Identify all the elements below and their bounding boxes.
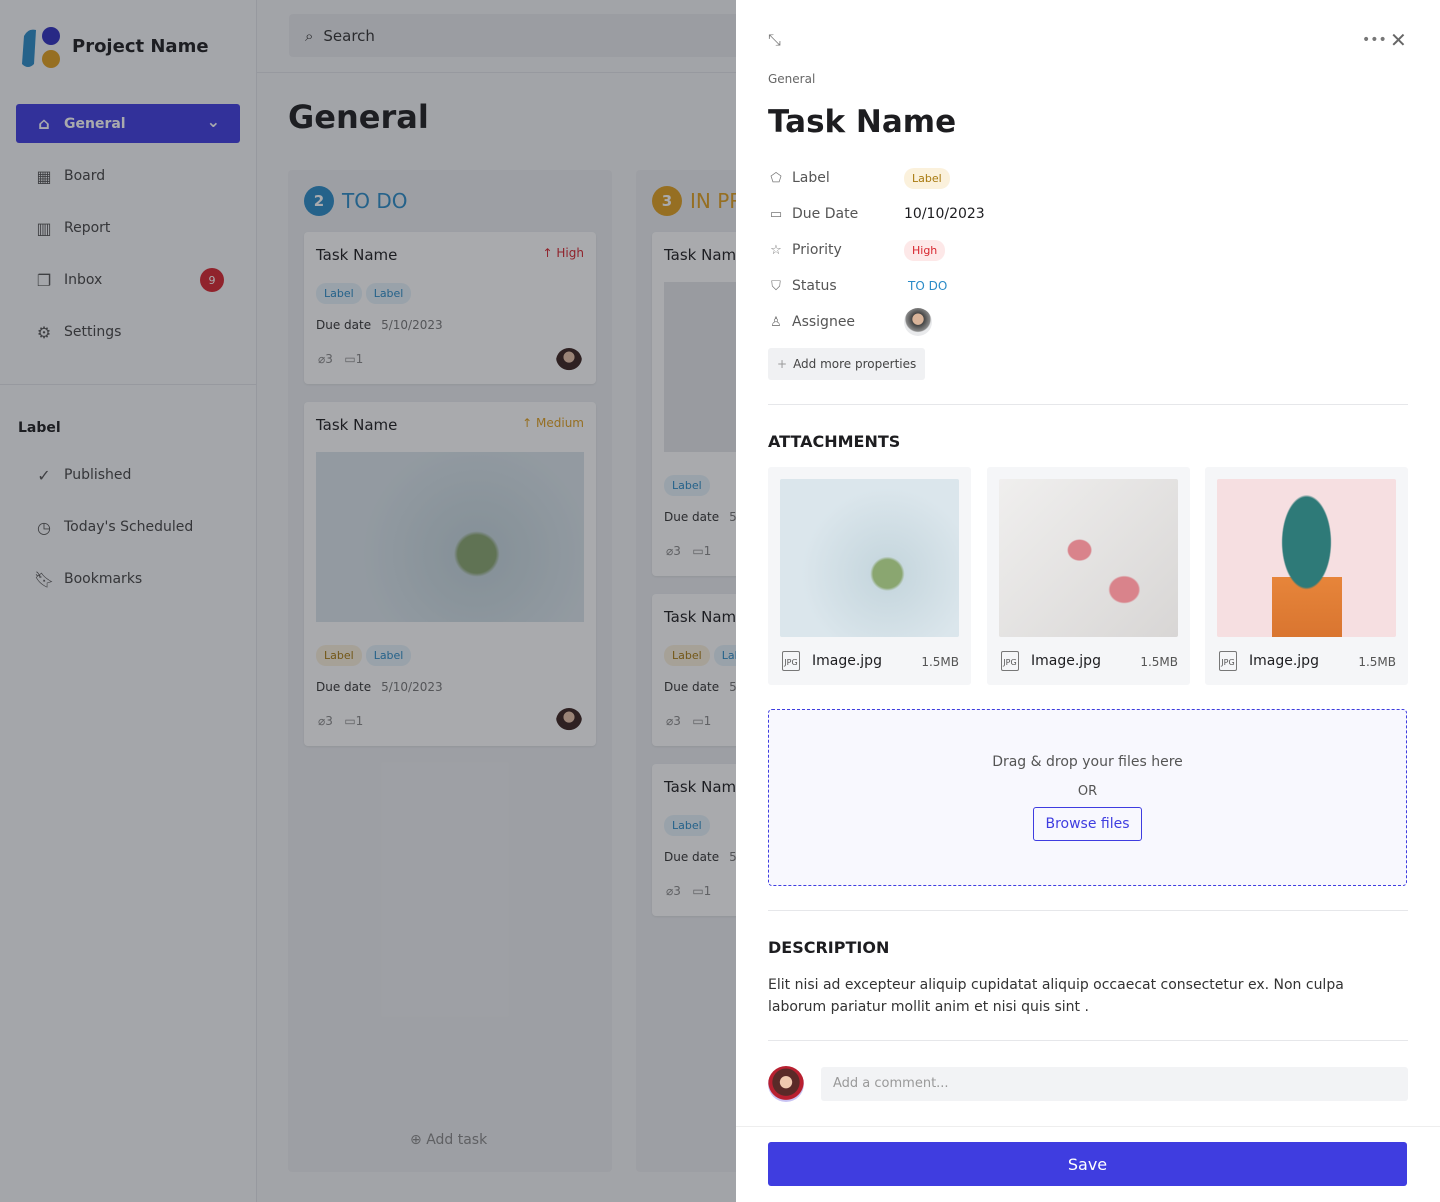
property-assignee: ♙ Assignee xyxy=(768,308,1168,336)
attachment-item[interactable]: JPG Image.jpg 1.5MB xyxy=(768,467,971,685)
file-name: Image.jpg xyxy=(812,653,882,669)
file-size: 1.5MB xyxy=(1140,655,1178,669)
save-button[interactable]: Save xyxy=(768,1142,1407,1186)
property-name: Priority xyxy=(792,242,842,258)
divider xyxy=(768,404,1408,405)
jpg-file-icon: JPG xyxy=(1001,651,1019,671)
add-properties-button[interactable]: + Add more properties xyxy=(768,348,926,380)
divider xyxy=(768,1040,1408,1041)
property-name: Label xyxy=(792,170,830,186)
property-name: Assignee xyxy=(792,314,856,330)
status-value[interactable]: TO DO xyxy=(908,279,947,293)
property-priority: ☆ Priority High xyxy=(768,239,1168,261)
tag-icon: ⬠ xyxy=(770,170,782,186)
attachment-thumbnail xyxy=(780,479,959,637)
attachment-thumbnail xyxy=(1217,479,1396,637)
property-status: ⛉ Status TO DO xyxy=(768,276,1168,296)
file-dropzone[interactable]: Drag & drop your files here OR Browse fi… xyxy=(768,709,1407,886)
property-due-date: ▭ Due Date 10/10/2023 xyxy=(768,204,1168,224)
dropzone-or: OR xyxy=(1077,784,1098,799)
due-date-value[interactable]: 10/10/2023 xyxy=(904,206,985,222)
dropzone-text: Drag & drop your files here xyxy=(992,754,1183,770)
divider xyxy=(768,910,1408,911)
priority-badge[interactable]: High xyxy=(904,239,946,261)
file-size: 1.5MB xyxy=(1358,655,1396,669)
expand-icon[interactable]: ⤡ xyxy=(768,30,781,50)
jpg-file-icon: JPG xyxy=(1219,651,1237,671)
close-icon[interactable]: ✕ xyxy=(1390,28,1407,52)
user-icon: ♙ xyxy=(770,314,782,330)
property-label: ⬠ Label Label xyxy=(768,167,1168,189)
property-name: Due Date xyxy=(792,206,859,222)
modal-backdrop[interactable] xyxy=(0,0,736,1202)
file-name: Image.jpg xyxy=(1249,653,1319,669)
attachments-title: ATTACHMENTS xyxy=(768,432,901,451)
browse-files-button[interactable]: Browse files xyxy=(1033,807,1142,841)
divider xyxy=(736,1126,1440,1127)
attachment-item[interactable]: JPG Image.jpg 1.5MB xyxy=(987,467,1190,685)
star-icon: ☆ xyxy=(770,242,782,258)
plus-icon: + xyxy=(777,357,788,371)
file-name: Image.jpg xyxy=(1031,653,1101,669)
more-icon[interactable]: ••• xyxy=(1362,32,1387,48)
task-detail-panel: ⤡ ••• ✕ General Task Name ⬠ Label Label ▭ D… xyxy=(736,0,1440,1202)
attachment-thumbnail xyxy=(999,479,1178,637)
label-tag[interactable]: Label xyxy=(904,167,950,189)
comment-input[interactable]: Add a comment... xyxy=(821,1067,1408,1101)
attachment-item[interactable]: JPG Image.jpg 1.5MB xyxy=(1205,467,1408,685)
property-name: Status xyxy=(792,278,837,294)
file-size: 1.5MB xyxy=(921,655,959,669)
description-title: DESCRIPTION xyxy=(768,938,890,957)
user-avatar xyxy=(768,1066,804,1102)
task-title[interactable]: Task Name xyxy=(768,104,956,140)
add-properties-label: Add more properties xyxy=(793,357,917,371)
breadcrumb[interactable]: General xyxy=(768,72,815,86)
jpg-file-icon: JPG xyxy=(782,651,800,671)
assignee-avatar[interactable] xyxy=(904,308,932,336)
shield-icon: ⛉ xyxy=(771,278,781,294)
calendar-icon: ▭ xyxy=(769,206,783,222)
description-text[interactable]: Elit nisi ad excepteur aliquip cupidatat… xyxy=(768,974,1388,1018)
